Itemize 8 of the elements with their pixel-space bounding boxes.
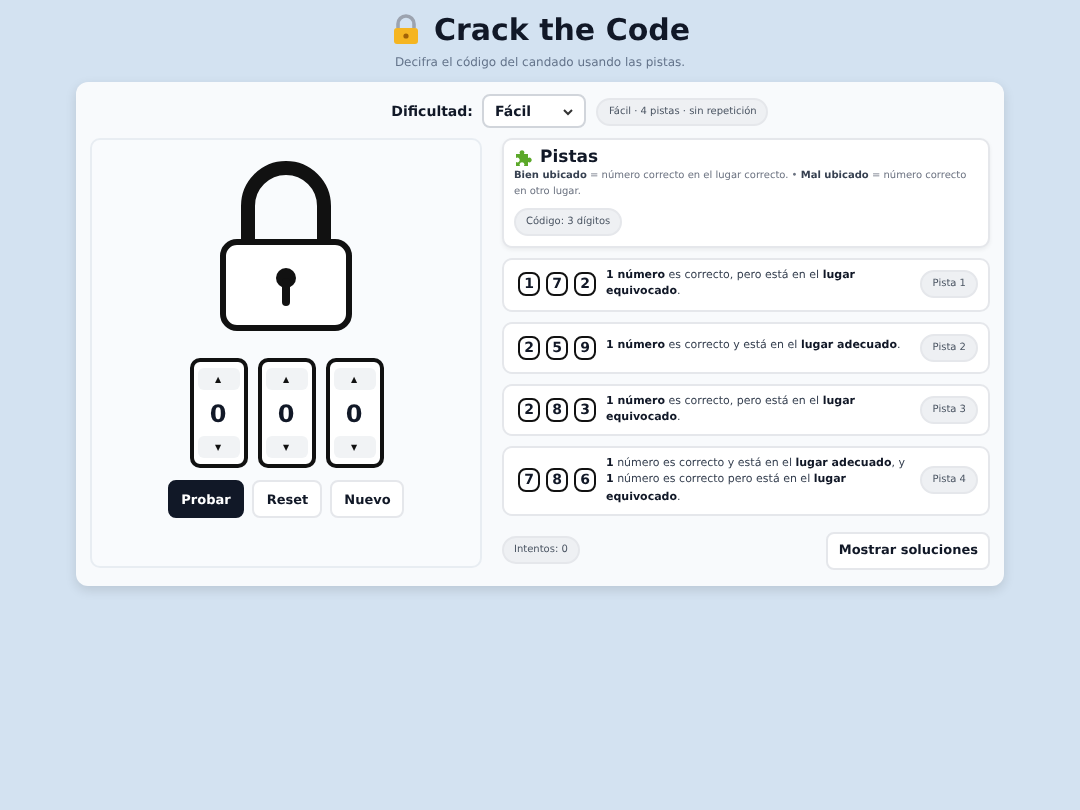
chevron-down-icon <box>562 107 575 115</box>
dial-digit: 0 <box>345 399 363 427</box>
dial-digit: 0 <box>209 399 227 427</box>
dial-digit: 0 <box>277 399 295 427</box>
lock-icon <box>389 14 422 46</box>
clues-heading: Pistas <box>540 148 599 168</box>
puzzle-piece-icon <box>514 148 534 168</box>
page-title: Crack the Code <box>433 12 691 48</box>
